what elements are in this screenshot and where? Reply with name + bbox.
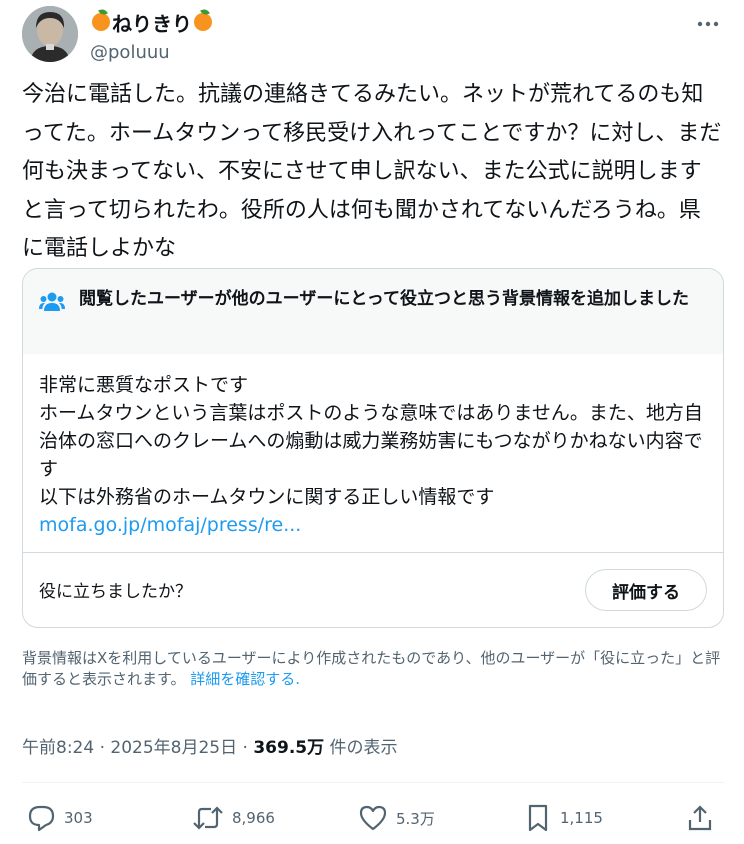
like-count: 5.3万 <box>396 809 435 828</box>
disclaimer-text: 背景情報はXを利用しているユーザーにより作成されたものであり、他のユーザーが「役… <box>22 649 721 688</box>
views-label: 件の表示 <box>329 738 398 758</box>
user-names: ねりきり @poluuu <box>90 8 214 63</box>
repost-count: 8,966 <box>232 809 275 827</box>
avatar[interactable] <box>22 6 78 62</box>
people-icon <box>39 292 65 311</box>
views-count[interactable]: 369.5万 <box>253 738 324 758</box>
like-button[interactable]: 5.3万 <box>358 798 435 838</box>
repost-icon <box>193 806 223 830</box>
post-time[interactable]: 午前8:24 <box>22 738 94 758</box>
reply-count: 303 <box>64 809 93 827</box>
display-name[interactable]: ねりきり <box>90 8 214 36</box>
helpful-question: 役に立ちましたか？ <box>39 582 192 602</box>
community-note-header: 閲覧したユーザーが他のユーザーにとって役立つと思う背景情報を追加しました <box>23 269 723 354</box>
share-button[interactable] <box>686 798 722 838</box>
share-icon <box>688 805 712 831</box>
bookmark-button[interactable]: 1,115 <box>524 798 603 838</box>
rate-button[interactable]: 評価する <box>585 569 707 611</box>
community-note-line: 非常に悪質なポストです <box>39 374 249 396</box>
heart-icon <box>359 805 387 831</box>
community-note-title: 閲覧したユーザーが他のユーザーにとって役立つと思う背景情報を追加しました <box>79 289 689 309</box>
bookmark-count: 1,115 <box>560 809 603 827</box>
avatar-portrait-image <box>22 6 78 62</box>
community-note-line: 以下は外務省のホームタウンに関する正しい情報です <box>39 486 495 508</box>
more-options-icon[interactable] <box>694 10 722 38</box>
community-note-line: ホームタウンという言葉はポストのような意味ではありません。また、地方自治体の窓口… <box>39 402 703 480</box>
community-note-link[interactable]: mofa.go.jp/mofaj/press/re... <box>39 511 719 539</box>
orange-emoji-icon <box>92 13 110 31</box>
reply-button[interactable]: 303 <box>26 798 93 838</box>
divider <box>23 552 723 553</box>
repost-button[interactable]: 8,966 <box>192 798 275 838</box>
learn-more-link[interactable]: 詳細を確認する. <box>190 670 300 688</box>
orange-emoji-icon <box>194 13 212 31</box>
community-note: 閲覧したユーザーが他のユーザーにとって役立つと思う背景情報を追加しました 非常に… <box>22 268 724 628</box>
bookmark-icon <box>528 804 548 832</box>
divider <box>22 782 724 783</box>
post-date[interactable]: 2025年8月25日 <box>110 738 237 758</box>
user-handle[interactable]: @poluuu <box>90 42 214 63</box>
note-disclaimer: 背景情報はXを利用しているユーザーにより作成されたものであり、他のユーザーが「役… <box>22 648 724 690</box>
post-text: 今治に電話した。抗議の連絡きてるみたい。ネットが荒れてるのも知ってた。ホームタウ… <box>22 82 722 261</box>
action-bar: 303 8,966 5.3万 1,115 <box>22 798 724 838</box>
reply-icon <box>28 805 55 832</box>
display-name-text: ねりきり <box>112 11 192 36</box>
community-note-body: 非常に悪質なポストです ホームタウンという言葉はポストのような意味ではありません… <box>39 371 719 539</box>
post-header: ねりきり @poluuu <box>22 6 722 64</box>
post-meta: 午前8:24 · 2025年8月25日 · 369.5万 件の表示 <box>22 738 398 758</box>
